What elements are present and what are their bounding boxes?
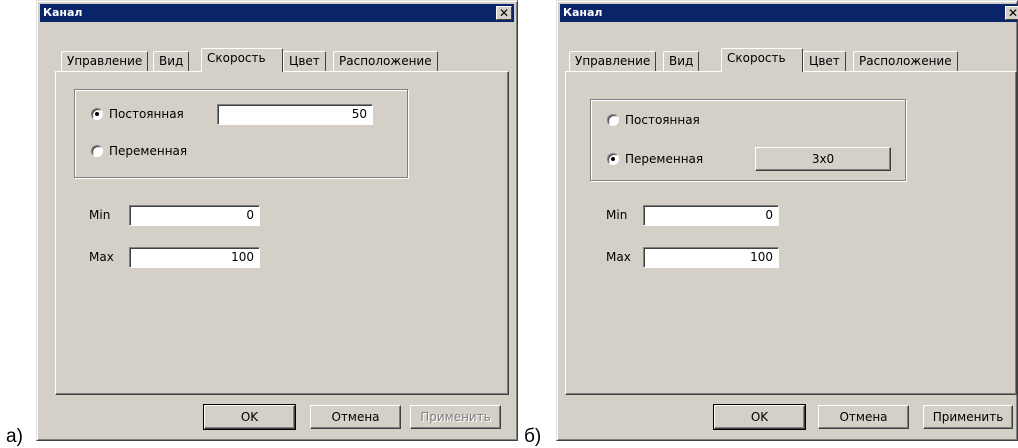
figure-label-b: б) <box>524 426 542 447</box>
radio-variable[interactable]: Переменная <box>607 152 703 166</box>
radio-constant[interactable]: Постоянная <box>607 113 700 127</box>
max-input[interactable]: 100 <box>129 247 260 268</box>
variable-function-button[interactable]: 3x0 <box>755 147 891 171</box>
radio-constant-label: Постоянная <box>625 113 700 127</box>
close-button[interactable]: ✕ <box>1005 6 1018 20</box>
tab-location[interactable]: Расположение <box>333 51 438 72</box>
tab-speed[interactable]: Скорость <box>201 48 283 72</box>
cancel-button[interactable]: Отмена <box>818 405 909 429</box>
radio-constant-button[interactable] <box>91 108 103 120</box>
radio-variable-label: Переменная <box>625 152 704 166</box>
radio-variable-label: Переменная <box>109 144 188 158</box>
speed-mode-group: Постоянная 50 Переменная <box>74 89 408 178</box>
min-label: Min <box>89 208 111 222</box>
radio-constant-button[interactable] <box>607 114 619 126</box>
tab-view[interactable]: Вид <box>153 51 190 72</box>
ok-button[interactable]: OK <box>713 404 806 430</box>
apply-button[interactable]: Применить <box>923 405 1013 429</box>
tab-color[interactable]: Цвет <box>283 51 326 72</box>
close-icon: ✕ <box>1007 6 1018 20</box>
speed-mode-group: Постоянная Переменная 3x0 <box>590 99 906 181</box>
constant-speed-input[interactable]: 50 <box>217 104 373 125</box>
tab-view[interactable]: Вид <box>663 51 700 72</box>
tab-speed[interactable]: Скорость <box>721 48 803 72</box>
channel-dialog-a: Канал ✕ Управление Вид Скорость Цвет Рас… <box>36 0 518 441</box>
radio-variable[interactable]: Переменная <box>91 144 187 158</box>
radio-constant[interactable]: Постоянная <box>91 107 184 121</box>
radio-variable-button[interactable] <box>91 145 103 157</box>
tab-color[interactable]: Цвет <box>803 51 846 72</box>
channel-dialog-b: Канал ✕ Управление Вид Скорость Цвет Рас… <box>556 0 1018 441</box>
close-button[interactable]: ✕ <box>496 6 512 20</box>
tab-control[interactable]: Управление <box>569 51 657 72</box>
max-input[interactable]: 100 <box>643 247 779 268</box>
min-input[interactable]: 0 <box>643 205 779 226</box>
tab-location[interactable]: Расположение <box>853 51 958 72</box>
figure-label-a: а) <box>6 426 23 447</box>
title-bar[interactable]: Канал ✕ <box>40 4 514 22</box>
max-label: Max <box>89 250 114 264</box>
ok-button[interactable]: OK <box>203 404 296 430</box>
tab-control[interactable]: Управление <box>61 51 149 72</box>
window-title: Канал <box>43 6 83 19</box>
apply-button[interactable]: Применить <box>410 405 501 429</box>
max-label: Max <box>606 250 631 264</box>
title-bar[interactable]: Канал ✕ <box>560 4 1018 22</box>
radio-constant-label: Постоянная <box>109 107 184 121</box>
min-label: Min <box>606 208 628 222</box>
tab-panel-speed: Постоянная 50 Переменная Min 0 Max 100 <box>55 71 509 395</box>
radio-variable-button[interactable] <box>607 153 619 165</box>
cancel-button[interactable]: Отмена <box>310 405 401 429</box>
window-title: Канал <box>563 6 603 19</box>
close-icon: ✕ <box>498 6 510 20</box>
min-input[interactable]: 0 <box>129 205 260 226</box>
tab-panel-speed: Постоянная Переменная 3x0 Min 0 Max 100 <box>565 71 1017 395</box>
